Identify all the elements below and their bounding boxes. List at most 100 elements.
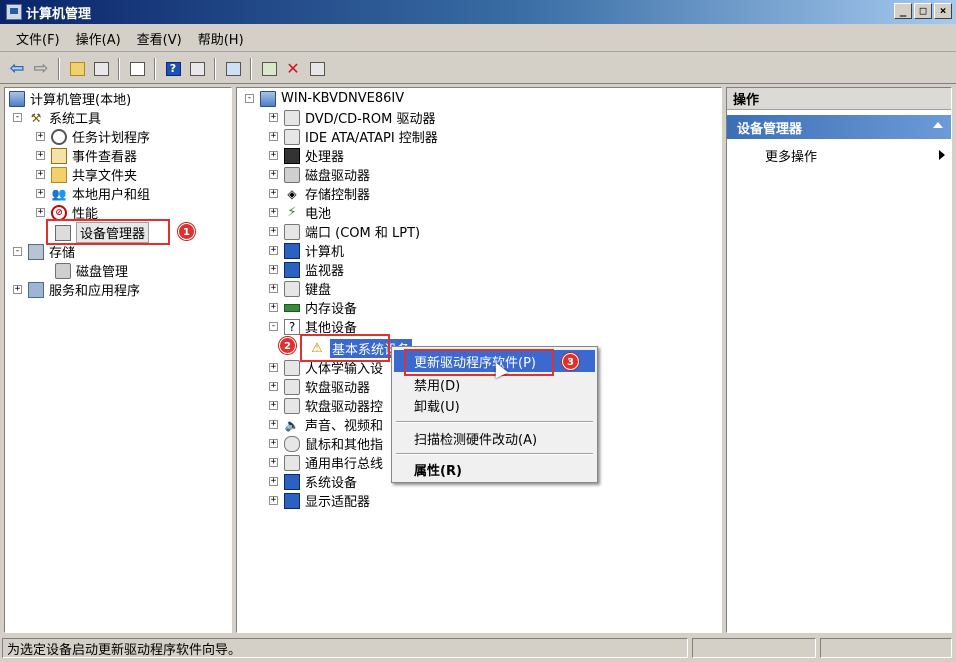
storage-icon (28, 243, 44, 260)
tree-item-label: 任务计划程序 (72, 131, 151, 146)
device-category[interactable]: + 🔈 声音、视频和 (269, 415, 383, 434)
properties-icon[interactable] (126, 58, 148, 80)
restore-button[interactable]: □ (914, 3, 932, 19)
device-category[interactable]: + 监视器 (269, 260, 344, 279)
device-category[interactable]: + DVD/CD-ROM 驱动器 (269, 108, 435, 127)
window-title: 计算机管理 (26, 6, 92, 22)
expand-icon[interactable]: + (269, 170, 278, 179)
expand-icon[interactable]: + (36, 132, 45, 141)
expand-icon[interactable]: + (269, 284, 278, 293)
tree-item-system-tools[interactable]: - ⚒ 系统工具 (13, 108, 101, 127)
forward-arrow-icon[interactable]: ⇨ (30, 58, 52, 80)
device-category[interactable]: + 软盘驱动器控 (269, 396, 383, 415)
action-section-device-manager[interactable]: 设备管理器 (727, 115, 951, 139)
tree-item-event-viewer[interactable]: + 事件查看器 (36, 146, 137, 165)
device-category[interactable]: + 处理器 (269, 146, 344, 165)
expand-icon[interactable]: + (269, 227, 278, 236)
uninstall-icon[interactable]: ✕ (282, 58, 304, 80)
expand-icon[interactable]: + (269, 363, 278, 372)
more-actions-link[interactable]: 更多操作 (765, 146, 945, 165)
device-category-label: 键盘 (305, 283, 332, 298)
ide-controller-icon (284, 128, 300, 145)
expand-icon[interactable]: + (269, 401, 278, 410)
tree-item-local-users[interactable]: + 👥 本地用户和组 (36, 184, 150, 203)
step-badge-2: 2 (279, 337, 296, 354)
action-pane-header: 操作 (727, 88, 951, 110)
expand-icon[interactable]: + (269, 477, 278, 486)
console-tree-pane[interactable]: 计算机管理(本地) - ⚒ 系统工具 + 任务计划程序 + 事件查看器 + 共享… (4, 87, 232, 633)
device-category[interactable]: + IDE ATA/ATAPI 控制器 (269, 127, 438, 146)
disable-icon[interactable] (306, 58, 328, 80)
expand-icon[interactable]: + (36, 189, 45, 198)
annotation-box-2 (300, 334, 390, 362)
toolbar-separator (118, 57, 120, 80)
device-category[interactable]: + 通用串行总线 (269, 453, 383, 472)
device-category[interactable]: + 键盘 (269, 279, 331, 298)
menu-help[interactable]: 帮助(H) (190, 29, 252, 48)
device-category[interactable]: + 鼠标和其他指 (269, 434, 383, 453)
usb-icon (284, 454, 300, 471)
expand-icon[interactable]: + (269, 420, 278, 429)
expand-icon[interactable]: + (13, 285, 22, 294)
device-category[interactable]: + 磁盘驱动器 (269, 165, 370, 184)
expand-icon[interactable]: + (269, 113, 278, 122)
storage-controller-icon: ◈ (287, 186, 297, 201)
help-icon[interactable]: ? (162, 58, 184, 80)
close-button[interactable]: × (934, 3, 952, 19)
action-pane: 操作 设备管理器 更多操作 (726, 87, 952, 633)
menu-view[interactable]: 查看(V) (129, 29, 190, 48)
expand-icon[interactable]: + (269, 496, 278, 505)
expand-icon[interactable]: + (36, 208, 45, 217)
device-category[interactable]: + 软盘驱动器 (269, 377, 370, 396)
minimize-button[interactable]: _ (894, 3, 912, 19)
expand-icon[interactable]: + (36, 151, 45, 160)
scan-hardware-icon[interactable] (222, 58, 244, 80)
tree-root[interactable]: 计算机管理(本地) (9, 89, 131, 108)
menu-action[interactable]: 操作(A) (68, 29, 129, 48)
device-category[interactable]: + 端口 (COM 和 LPT) (269, 222, 420, 241)
expand-icon[interactable]: + (36, 170, 45, 179)
device-category[interactable]: + ⚡ 电池 (269, 203, 331, 222)
tree-item-shared-folders[interactable]: + 共享文件夹 (36, 165, 137, 184)
device-root[interactable]: - WIN-KBVDNVE86IV (245, 89, 404, 108)
collapse-icon[interactable]: - (13, 247, 22, 256)
status-bar: 为选定设备启动更新驱动程序软件向导。 (0, 636, 956, 660)
device-category-label: 监视器 (305, 264, 345, 279)
collapse-icon[interactable]: - (269, 322, 278, 331)
toolbar: ⇦ ⇨ ? ✕ (0, 54, 956, 84)
battery-icon: ⚡ (287, 204, 297, 220)
collapse-up-icon[interactable] (933, 122, 943, 128)
back-arrow-icon[interactable]: ⇦ (6, 58, 28, 80)
collapse-icon[interactable]: - (13, 113, 22, 122)
tree-item-label: 系统工具 (49, 112, 102, 127)
device-category[interactable]: + 系统设备 (269, 472, 357, 491)
expand-icon[interactable]: + (269, 458, 278, 467)
device-category[interactable]: + 计算机 (269, 241, 344, 260)
device-category[interactable]: + 内存设备 (269, 298, 357, 317)
show-tree-icon[interactable] (90, 58, 112, 80)
expand-icon[interactable]: + (269, 439, 278, 448)
update-driver-icon[interactable] (258, 58, 280, 80)
tree-item-disk-management[interactable]: 磁盘管理 (55, 261, 128, 280)
expand-icon[interactable]: + (269, 303, 278, 312)
tree-item-services-apps[interactable]: + 服务和应用程序 (13, 280, 140, 299)
menu-item-properties[interactable]: 属性(R) (394, 458, 595, 480)
menu-item-scan-hardware[interactable]: 扫描检测硬件改动(A) (394, 427, 595, 449)
event-viewer-icon (51, 147, 67, 164)
expand-icon[interactable]: + (269, 246, 278, 255)
memory-icon (284, 303, 300, 312)
device-category[interactable]: + 显示适配器 (269, 491, 370, 510)
menu-file[interactable]: 文件(F) (8, 29, 68, 48)
menu-item-uninstall[interactable]: 卸载(U) (394, 394, 595, 416)
action-pane-icon[interactable] (186, 58, 208, 80)
expand-icon[interactable]: + (269, 132, 278, 141)
expand-icon[interactable]: + (269, 189, 278, 198)
collapse-icon[interactable]: - (245, 94, 254, 103)
expand-icon[interactable]: + (269, 208, 278, 217)
tree-item-task-scheduler[interactable]: + 任务计划程序 (36, 127, 150, 146)
expand-icon[interactable]: + (269, 265, 278, 274)
expand-icon[interactable]: + (269, 382, 278, 391)
up-folder-icon[interactable] (66, 58, 88, 80)
device-category[interactable]: + ◈ 存储控制器 (269, 184, 370, 203)
expand-icon[interactable]: + (269, 151, 278, 160)
